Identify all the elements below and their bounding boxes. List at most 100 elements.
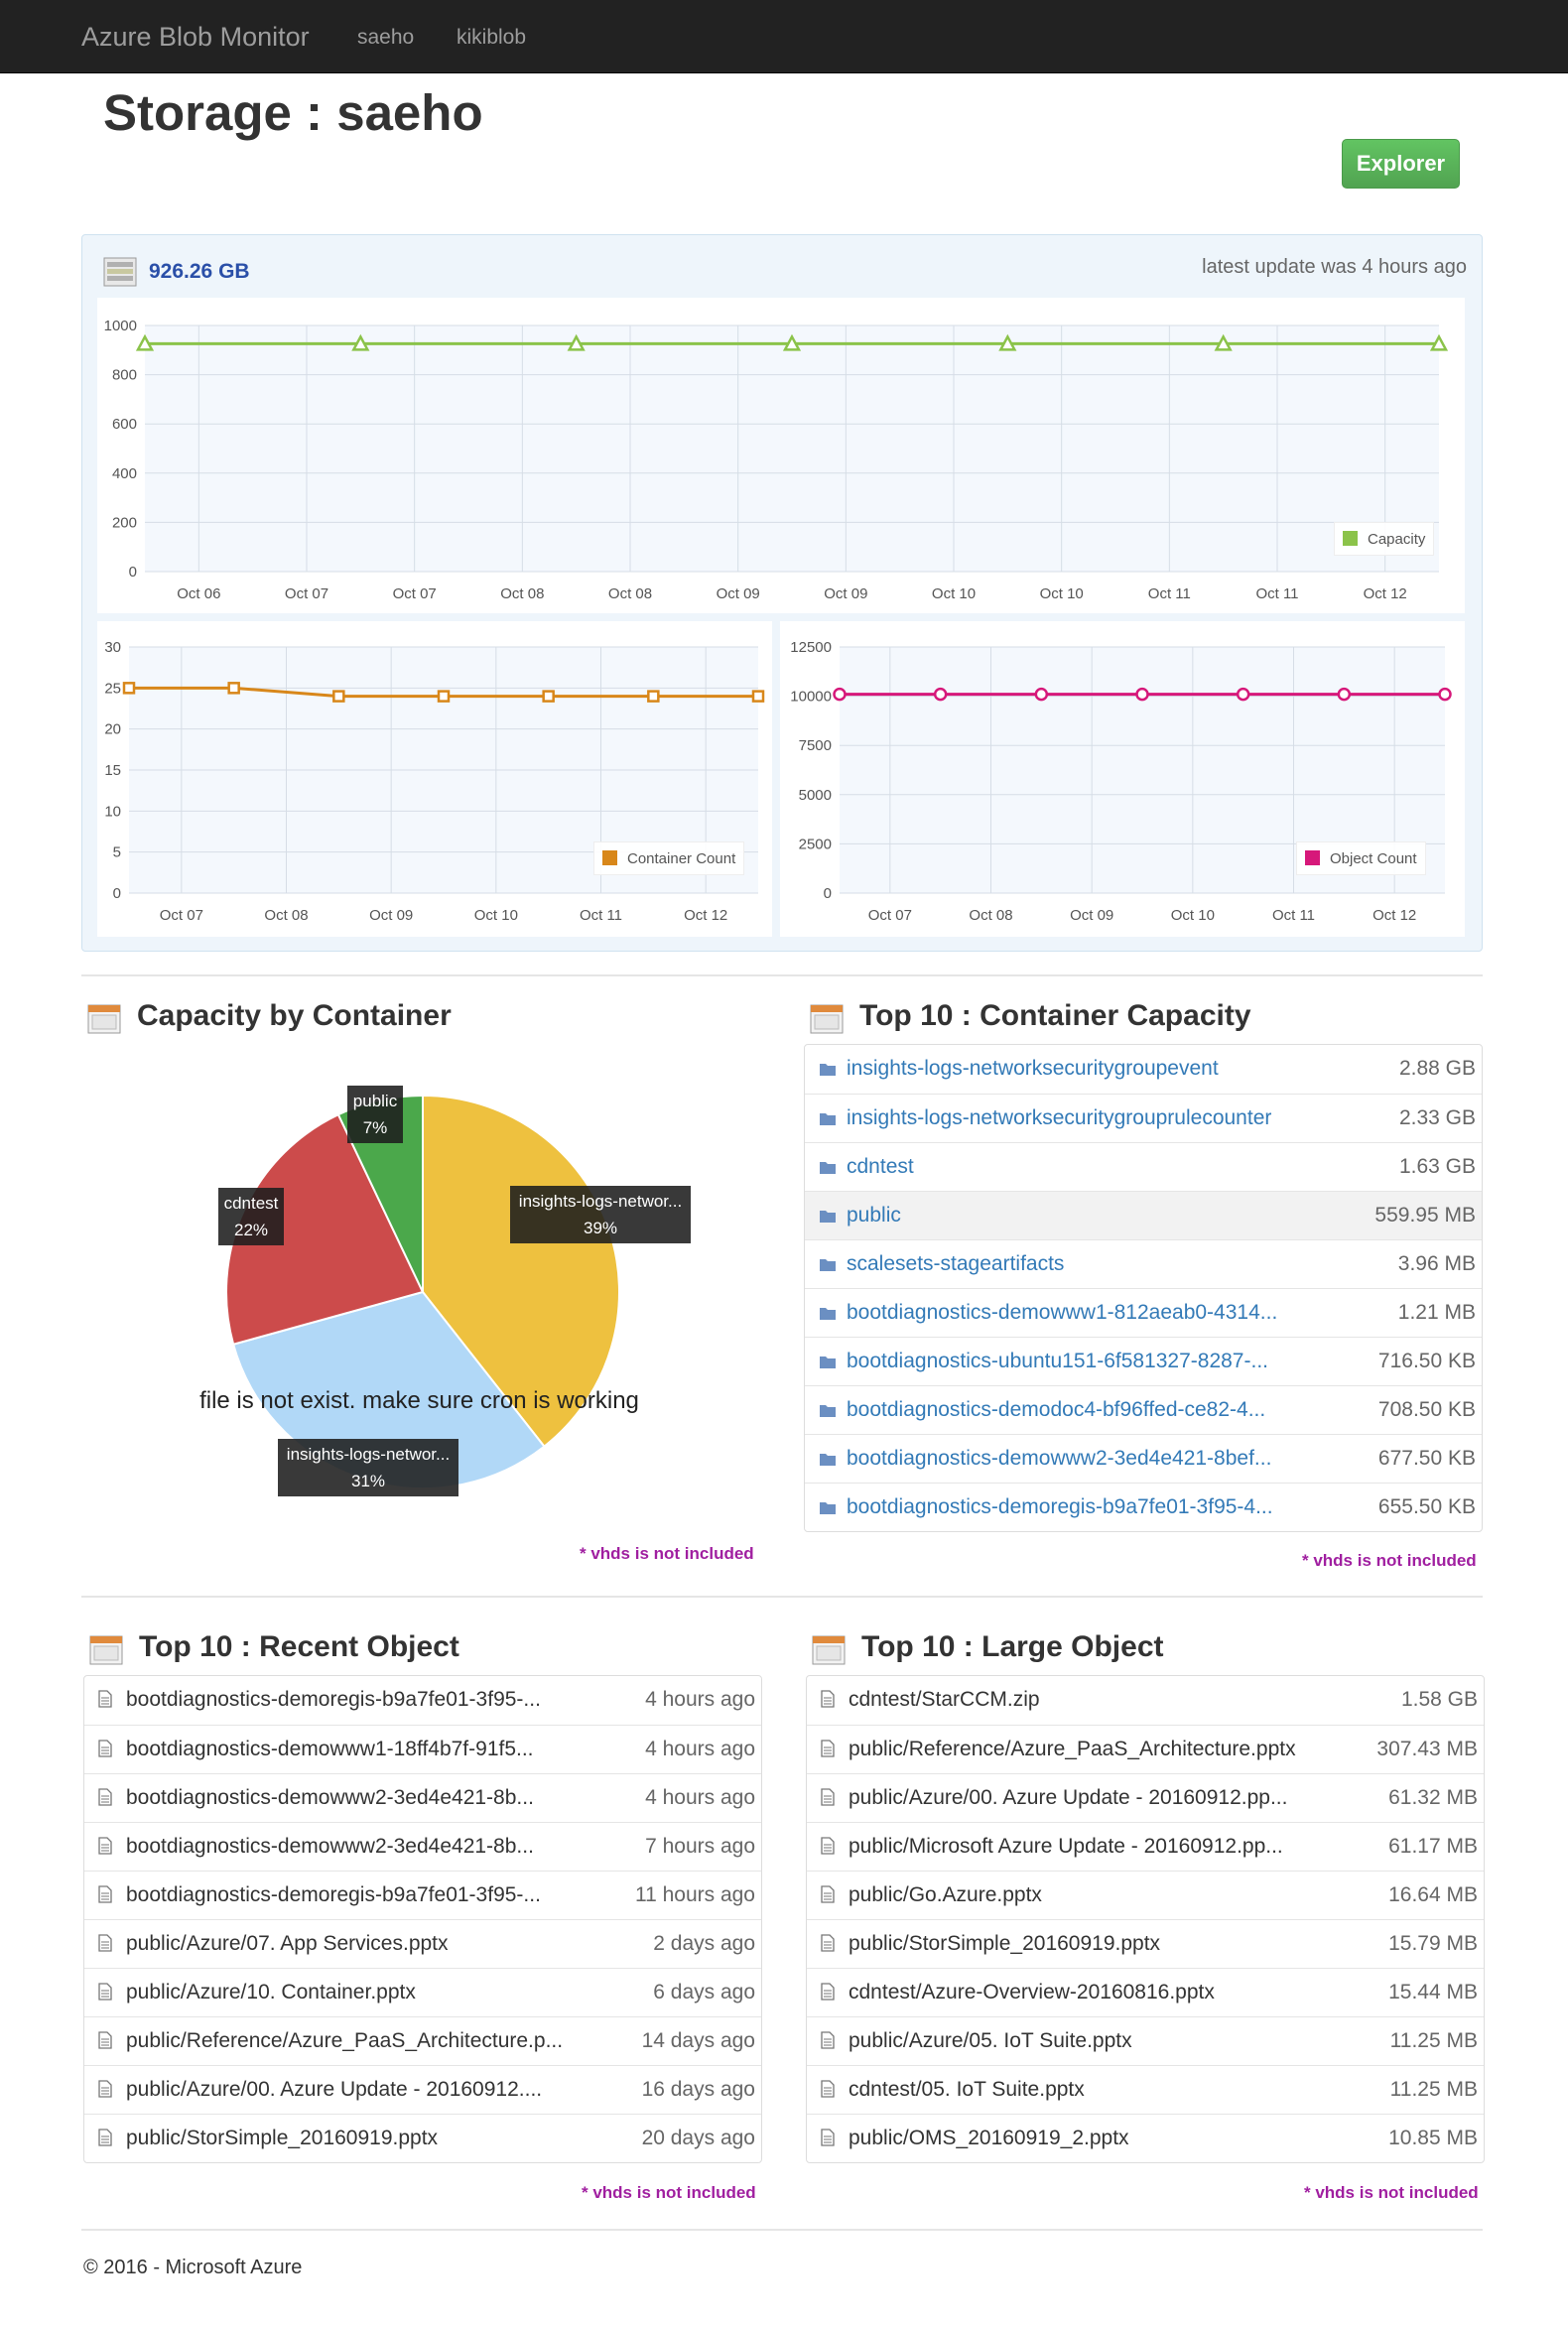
container-link[interactable]: cdntest <box>847 1155 914 1179</box>
container-count-ytick-label: 20 <box>104 721 121 738</box>
container-row[interactable]: scalesets-stageartifacts 3.96 MB <box>805 1239 1482 1288</box>
file-icon <box>98 1690 112 1714</box>
top-recent-list: bootdiagnostics-demoregis-b9a7fe01-3f95-… <box>83 1675 762 2163</box>
explorer-button[interactable]: Explorer <box>1342 139 1460 189</box>
container-link[interactable]: public <box>847 1204 901 1228</box>
large-object-row[interactable]: public/Go.Azure.pptx 16.64 MB <box>807 1871 1484 1919</box>
object-count-ytick-label: 10000 <box>790 689 832 706</box>
folder-icon <box>819 1449 837 1473</box>
container-count-xtick-label: Oct 09 <box>369 907 413 924</box>
container-count-ytick-label: 10 <box>104 803 121 820</box>
nav-link-kikiblob[interactable]: kikiblob <box>457 26 526 50</box>
capacity-ytick-label: 800 <box>112 367 137 384</box>
container-link[interactable]: bootdiagnostics-demowww2-3ed4e421-8bef..… <box>847 1447 1271 1471</box>
container-link[interactable]: bootdiagnostics-demowww1-812aeab0-4314..… <box>847 1301 1277 1325</box>
capacity-xtick-label: Oct 07 <box>393 585 437 602</box>
object-count-point <box>833 687 847 702</box>
container-row[interactable]: insights-logs-networksecuritygroupevent 2… <box>805 1045 1482 1094</box>
container-row[interactable]: bootdiagnostics-ubuntu151-6f581327-8287-… <box>805 1337 1482 1385</box>
object-name: bootdiagnostics-demoregis-b9a7fe01-3f95-… <box>126 1883 541 1906</box>
file-icon <box>821 1983 835 2006</box>
object-count-point <box>1034 687 1049 702</box>
recent-object-row[interactable]: public/Azure/07. App Services.pptx 2 days… <box>84 1919 761 1968</box>
object-age: 4 hours ago <box>645 1688 755 1711</box>
container-count-chart-svg: 0 5 10 15 20 25 30 Oct 07 Oct 08 Oct 09 Oct 10 Oct … <box>104 639 765 924</box>
large-object-row[interactable]: cdntest/Azure-Overview-20160816.pptx 15.4… <box>807 1968 1484 2016</box>
container-row[interactable]: insights-logs-networksecuritygroupruleco… <box>805 1094 1482 1142</box>
folder-icon <box>819 1303 837 1327</box>
object-name: bootdiagnostics-demoregis-b9a7fe01-3f95-… <box>126 1688 541 1711</box>
recent-object-row[interactable]: public/Azure/10. Container.pptx 6 days ag… <box>84 1968 761 2016</box>
object-name: public/Azure/00. Azure Update - 20160912… <box>849 1786 1288 1809</box>
container-count-point <box>751 690 765 703</box>
container-size: 1.21 MB <box>1397 1301 1476 1324</box>
container-link[interactable]: insights-logs-networksecuritygroupevent <box>847 1057 1219 1081</box>
object-name: public/Microsoft Azure Update - 20160912… <box>849 1835 1283 1858</box>
file-icon <box>98 2129 112 2152</box>
large-object-row[interactable]: public/Azure/00. Azure Update - 20160912… <box>807 1773 1484 1822</box>
capacity-ytick-label: 200 <box>112 514 137 531</box>
container-size: 716.50 KB <box>1377 1350 1476 1372</box>
container-count-point <box>122 682 136 695</box>
container-count-xtick-label: Oct 10 <box>474 907 518 924</box>
container-count-chart: 0 5 10 15 20 25 30 Oct 07 Oct 08 Oct 09 Oct 10 Oct … <box>97 621 772 937</box>
container-size: 708.50 KB <box>1377 1398 1476 1421</box>
container-link[interactable]: bootdiagnostics-demodoc4-bf96ffed-ce82-4… <box>847 1398 1265 1422</box>
container-count-legend-swatch <box>602 850 617 865</box>
large-object-row[interactable]: cdntest/StarCCM.zip 1.58 GB <box>807 1676 1484 1725</box>
recent-object-row[interactable]: public/Azure/00. Azure Update - 20160912… <box>84 2065 761 2114</box>
container-row[interactable]: bootdiagnostics-demodoc4-bf96ffed-ce82-4… <box>805 1385 1482 1434</box>
container-row[interactable]: bootdiagnostics-demowww1-812aeab0-4314..… <box>805 1288 1482 1337</box>
footer-text: © 2016 - Microsoft Azure <box>83 2257 303 2278</box>
container-link[interactable]: bootdiagnostics-ubuntu151-6f581327-8287-… <box>847 1350 1268 1373</box>
large-object-row[interactable]: public/OMS_20160919_2.pptx 10.85 MB <box>807 2114 1484 2162</box>
container-row[interactable]: bootdiagnostics-demowww2-3ed4e421-8bef..… <box>805 1434 1482 1483</box>
recent-object-row[interactable]: bootdiagnostics-demowww2-3ed4e421-8b... 7… <box>84 1822 761 1871</box>
large-object-row[interactable]: public/StorSimple_20160919.pptx 15.79 MB <box>807 1919 1484 1968</box>
nav-link-saeho[interactable]: saeho <box>357 26 414 50</box>
file-icon <box>98 2080 112 2104</box>
large-object-row[interactable]: public/Microsoft Azure Update - 20160912… <box>807 1822 1484 1871</box>
container-size: 677.50 KB <box>1377 1447 1476 1470</box>
capacity-xtick-label: Oct 07 <box>285 585 328 602</box>
recent-object-row[interactable]: bootdiagnostics-demoregis-b9a7fe01-3f95-… <box>84 1871 761 1919</box>
recent-object-row[interactable]: public/StorSimple_20160919.pptx 20 days a… <box>84 2114 761 2162</box>
large-object-row[interactable]: cdntest/05. IoT Suite.pptx 11.25 MB <box>807 2065 1484 2114</box>
recent-object-row[interactable]: bootdiagnostics-demowww2-3ed4e421-8b... 4… <box>84 1773 761 1822</box>
file-icon <box>98 1788 112 1812</box>
container-row[interactable]: bootdiagnostics-demoregis-b9a7fe01-3f95-… <box>805 1483 1482 1531</box>
container-row[interactable]: public 559.95 MB <box>805 1191 1482 1239</box>
folder-icon <box>819 1059 837 1083</box>
object-age: 14 days ago <box>641 2029 755 2052</box>
large-object-row[interactable]: public/Azure/05. IoT Suite.pptx 11.25 MB <box>807 2016 1484 2065</box>
brand-link[interactable]: Azure Blob Monitor <box>81 22 310 53</box>
object-count-xtick-label: Oct 07 <box>868 907 912 924</box>
pie-label-insights-2: insights-logs-networ... 31% <box>278 1439 458 1496</box>
capacity-chart-svg: 0 200 400 600 800 1000 Oct 06 Oct 07 Oct 07 Oct 0… <box>104 318 1449 602</box>
container-link[interactable]: scalesets-stageartifacts <box>847 1252 1064 1276</box>
container-link[interactable]: bootdiagnostics-demoregis-b9a7fe01-3f95-… <box>847 1495 1273 1519</box>
capacity-xtick-label: Oct 08 <box>608 585 652 602</box>
object-name: public/Reference/Azure_PaaS_Architecture… <box>849 1738 1296 1760</box>
folder-icon <box>819 1108 837 1132</box>
container-count-ytick-label: 15 <box>104 762 121 779</box>
capacity-legend-swatch <box>1343 531 1358 546</box>
top-capacity-title: Top 10 : Container Capacity <box>859 999 1251 1032</box>
container-size: 3.96 MB <box>1397 1252 1476 1275</box>
container-link[interactable]: insights-logs-networksecuritygroupruleco… <box>847 1106 1271 1130</box>
large-object-row[interactable]: public/Reference/Azure_PaaS_Architecture… <box>807 1725 1484 1773</box>
recent-object-row[interactable]: bootdiagnostics-demowww1-18ff4b7f-91f5..… <box>84 1725 761 1773</box>
container-row[interactable]: cdntest 1.63 GB <box>805 1142 1482 1191</box>
object-name: bootdiagnostics-demowww2-3ed4e421-8b... <box>126 1835 534 1858</box>
container-count-xtick-label: Oct 08 <box>264 907 308 924</box>
capacity-value: 926.26 GB <box>149 260 250 283</box>
recent-object-row[interactable]: bootdiagnostics-demoregis-b9a7fe01-3f95-… <box>84 1676 761 1725</box>
object-age: 2 days ago <box>653 1932 755 1955</box>
object-count-legend-swatch <box>1305 850 1320 865</box>
file-icon <box>821 1885 835 1909</box>
top-recent-note: * vhds is not included <box>582 2183 756 2202</box>
object-size: 15.44 MB <box>1388 1981 1478 2003</box>
recent-object-row[interactable]: public/Reference/Azure_PaaS_Architecture… <box>84 2016 761 2065</box>
object-age: 4 hours ago <box>645 1786 755 1809</box>
object-count-point <box>1135 687 1149 702</box>
